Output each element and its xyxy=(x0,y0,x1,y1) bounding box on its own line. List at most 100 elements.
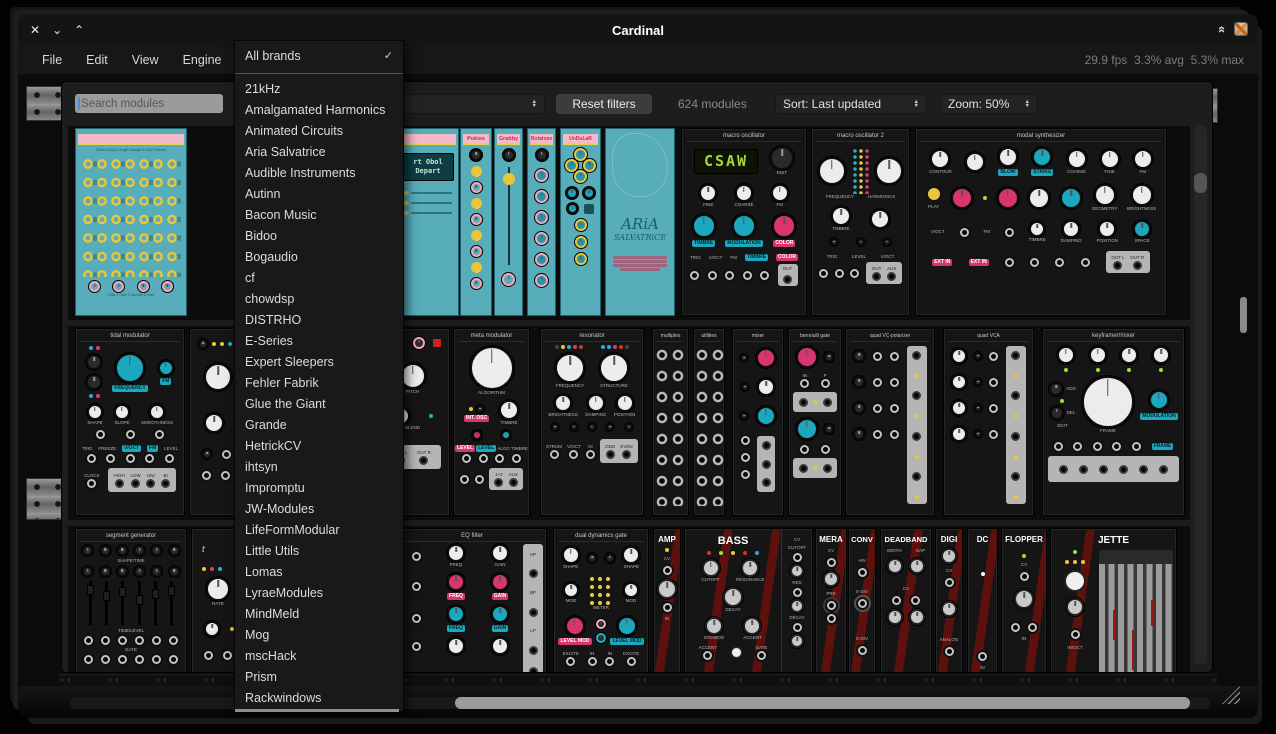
menu-item-brand[interactable]: Bogaudio xyxy=(235,247,403,268)
module-undular[interactable]: UnDuLaR xyxy=(561,129,600,315)
module-resonator[interactable]: resonator FREQUENCY STRUCTURE BRIGHTNESS… xyxy=(541,329,643,515)
module-quad-vca[interactable]: quad VCA xyxy=(944,329,1033,515)
menu-item-brand[interactable]: Little Utils xyxy=(235,541,403,562)
fader[interactable] xyxy=(154,581,157,625)
module-meta-modulator[interactable]: meta modulator ALGORITHM INT. OSC TIMBRE… xyxy=(454,329,529,515)
menu-item-brand[interactable]: Autinn xyxy=(235,184,403,205)
fader[interactable] xyxy=(121,581,124,625)
shade-icon[interactable]: « xyxy=(1215,26,1230,33)
menu-item-brand[interactable]: Lomas xyxy=(235,562,403,583)
menu-item-brand[interactable]: Grande xyxy=(235,415,403,436)
button[interactable] xyxy=(824,424,834,434)
fader[interactable] xyxy=(138,581,141,625)
menu-view[interactable]: View xyxy=(132,53,159,67)
menu-item-brand[interactable]: Bidoo xyxy=(235,226,403,247)
module-amp[interactable]: AMP CV IN xyxy=(654,529,680,672)
module-arcane[interactable]: rt Obol Depart xyxy=(398,129,458,315)
module-macro-oscillator[interactable]: macro oscillator CSAW EDIT FINE COARSE F… xyxy=(682,129,806,315)
slider-handle[interactable] xyxy=(503,173,515,185)
menu-item-brand[interactable]: 21kHz xyxy=(235,79,403,100)
module-digi[interactable]: DIGI CV ANALOG xyxy=(936,529,962,672)
module-eq-filter[interactable]: EQ filter FREQ GAIN FREQ GAIN xyxy=(398,529,546,672)
sort-dropdown[interactable]: Sort: Last updated ▲ ▼ xyxy=(775,94,927,114)
module-dc[interactable]: DC IN xyxy=(968,529,997,672)
menu-item-brand[interactable]: Amalgamated Harmonics xyxy=(235,100,403,121)
jack xyxy=(725,271,734,280)
menu-scroll-indicator[interactable] xyxy=(235,709,399,712)
module-bernoulli-gate[interactable]: bernoulli gate IN P xyxy=(789,329,841,515)
knob xyxy=(565,616,585,636)
menu-item-brand[interactable]: HetrickCV xyxy=(235,436,403,457)
button[interactable] xyxy=(605,553,615,563)
menu-item-brand[interactable]: Impromptu xyxy=(235,478,403,499)
browser-vertical-scrollbar[interactable] xyxy=(1194,125,1207,665)
menu-item-brand[interactable]: JW-Modules xyxy=(235,499,403,520)
fader[interactable] xyxy=(89,581,92,625)
menu-edit[interactable]: Edit xyxy=(86,53,108,67)
search-input[interactable] xyxy=(75,94,223,113)
fader[interactable] xyxy=(105,581,108,625)
module-macro-oscillator-2[interactable]: macro oscillator 2 FREQUENCY HARMONICS T… xyxy=(812,129,909,315)
menu-item-brand[interactable]: chowdsp xyxy=(235,289,403,310)
button[interactable] xyxy=(587,553,597,563)
menu-item-brand[interactable]: Animated Circuits xyxy=(235,121,403,142)
menu-item-brand[interactable]: Bacon Music xyxy=(235,205,403,226)
module-segment-generator[interactable]: segment generator SHAPE/TIME xyxy=(76,529,186,672)
module-grabby[interactable]: Grabby xyxy=(495,129,522,315)
slider-track[interactable] xyxy=(508,167,510,265)
menu-item-brand[interactable]: DISTRHO xyxy=(235,310,403,331)
reset-filters-button[interactable]: Reset filters xyxy=(556,94,652,114)
module-deadband[interactable]: DEADBAND WIDTH GAP CV xyxy=(881,529,931,672)
del-button[interactable] xyxy=(1050,406,1064,420)
module-mixer[interactable]: mixer xyxy=(733,329,783,515)
module-aria-signature[interactable]: ARiA SALVATRiCE xyxy=(606,129,674,315)
search-field[interactable] xyxy=(75,95,223,114)
lock-button[interactable] xyxy=(584,204,594,214)
menu-item-brand[interactable]: cf xyxy=(235,268,403,289)
fader[interactable] xyxy=(170,581,173,625)
menu-item-brand[interactable]: Fehler Fabrik xyxy=(235,373,403,394)
module-multiples[interactable]: multiples xyxy=(653,329,688,515)
module-flopper[interactable]: FLOPPER CV IN xyxy=(1002,529,1046,672)
menu-item-brand[interactable]: E-Series xyxy=(235,331,403,352)
module-dual-dynamics-gate[interactable]: dual dynamics gate SHAPE SHAPE MOD METER… xyxy=(554,529,648,672)
module-tidal-modulator[interactable]: tidal modulator FREQUENCY FM SHAPE SLOPE… xyxy=(76,329,184,515)
menu-file[interactable]: File xyxy=(42,53,62,67)
module-rotatoes[interactable]: Rotatoes xyxy=(528,129,555,315)
browser-vertical-scrollbar-thumb[interactable] xyxy=(1194,173,1207,193)
add-button[interactable] xyxy=(1049,382,1063,396)
play-button[interactable] xyxy=(926,186,942,202)
menu-item-brand[interactable]: LyraeModules xyxy=(235,583,403,604)
app-icon[interactable] xyxy=(1234,22,1248,36)
menu-item-brand[interactable]: Glue the Giant xyxy=(235,394,403,415)
menu-item-brand[interactable]: ihtsyn xyxy=(235,457,403,478)
menu-item-brand[interactable]: Rackwindows xyxy=(235,688,403,709)
menu-item-all-brands[interactable]: All brands ✓ xyxy=(235,44,403,69)
module-quad-vc-polarizer[interactable]: quad VC-polarizer xyxy=(846,329,934,515)
button[interactable] xyxy=(731,647,742,658)
module-modal-synthesizer[interactable]: modal synthesizer CONTOUR BLOW STRIKE CO… xyxy=(916,129,1166,315)
module-utilities[interactable]: utilities xyxy=(694,329,724,515)
module-keyframer-mixer[interactable]: keyframer/mixer ADD DEL EDIT FRAME MOD xyxy=(1043,329,1184,515)
module-jette[interactable]: JETTE IN/OCT xyxy=(1051,529,1176,672)
module-conv[interactable]: CONV +5V 0-10V 0-10V xyxy=(849,529,875,672)
button[interactable] xyxy=(1064,570,1086,592)
module-bass[interactable]: BASS CUTOFF RESONANCE DECAY ENVMOD ACCEN… xyxy=(685,529,812,672)
module-aria-grid[interactable]: Gates Output Length Sample & Hold Fortun… xyxy=(76,129,186,315)
menu-item-brand[interactable]: MindMeld xyxy=(235,604,403,625)
menu-item-brand[interactable]: Prism xyxy=(235,667,403,688)
module-pokies[interactable]: Pokies xyxy=(461,129,491,315)
jack xyxy=(912,432,921,441)
menu-item-brand[interactable]: Audible Instruments xyxy=(235,163,403,184)
menu-item-brand[interactable]: mscHack xyxy=(235,646,403,667)
horizontal-scrollbar-thumb[interactable] xyxy=(455,697,1190,709)
module-mera[interactable]: MERA CV PRE xyxy=(816,529,846,672)
menu-item-brand[interactable]: Mog xyxy=(235,625,403,646)
rack-vertical-scrollbar-thumb[interactable] xyxy=(1240,297,1247,333)
button[interactable] xyxy=(824,352,834,362)
menu-item-brand[interactable]: Expert Sleepers xyxy=(235,352,403,373)
menu-item-brand[interactable]: LifeFormModular xyxy=(235,520,403,541)
zoom-dropdown[interactable]: Zoom: 50% ▲ ▼ xyxy=(940,94,1038,114)
menu-engine[interactable]: Engine xyxy=(183,53,222,67)
menu-item-brand[interactable]: Aria Salvatrice xyxy=(235,142,403,163)
